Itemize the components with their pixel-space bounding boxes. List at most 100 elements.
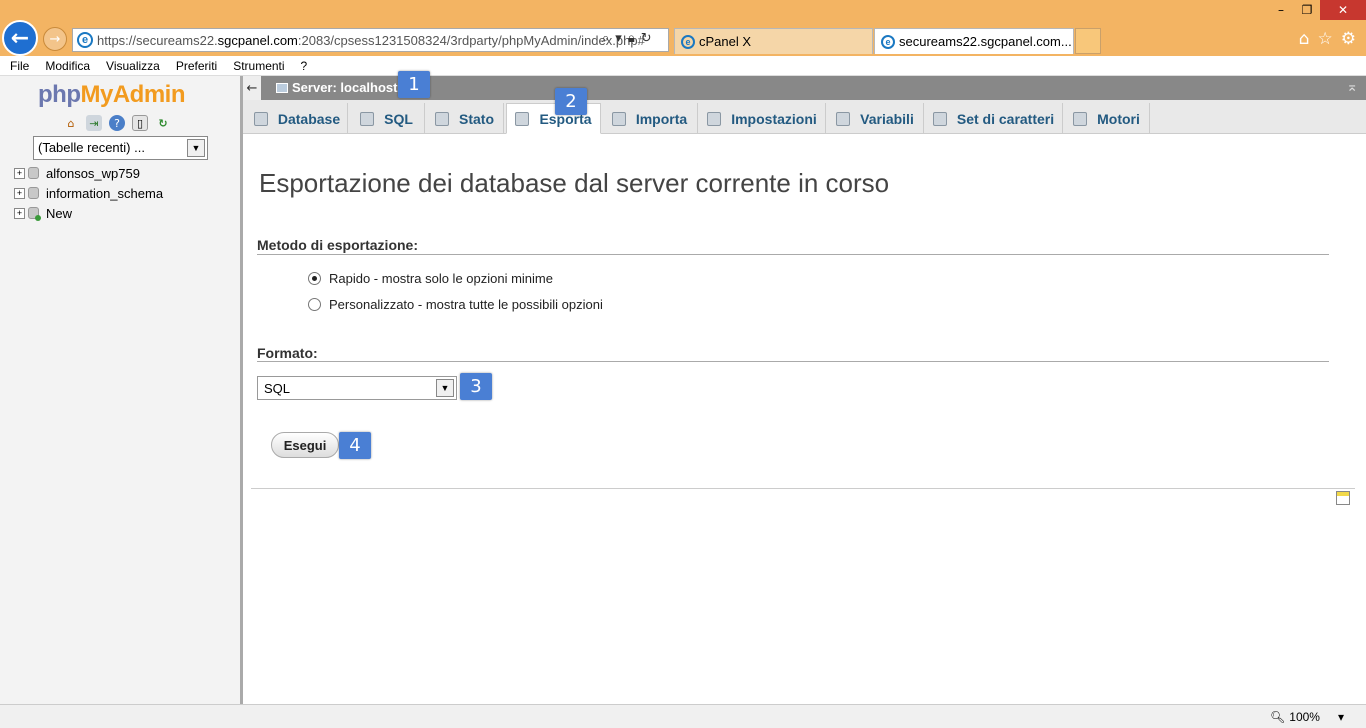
database-icon (253, 111, 268, 126)
variables-icon (836, 111, 851, 126)
annotation-badge-3: 3 (460, 373, 492, 400)
menu-modifica[interactable]: Modifica (37, 59, 98, 73)
scroll-top-icon[interactable]: ⌅ (1346, 79, 1358, 95)
refresh-icon[interactable]: ↻ (641, 31, 652, 46)
radio-quick[interactable]: Rapido - mostra solo le opzioni minime (308, 271, 553, 286)
page-title: Esportazione dei database dal server cor… (259, 168, 890, 198)
database-icon (28, 187, 39, 199)
arrow-right-icon: → (49, 31, 61, 47)
star-icon[interactable]: ☆ (1318, 29, 1333, 49)
menu-bar: File Modifica Visualizza Preferiti Strum… (0, 56, 1366, 76)
gear-icon[interactable]: ⚙ (1341, 29, 1356, 49)
database-icon (28, 167, 39, 179)
radio-button[interactable] (308, 298, 321, 311)
menu-visualizza[interactable]: Visualizza (98, 59, 168, 73)
chevron-down-icon: ▾ (1337, 710, 1344, 724)
status-chart-icon (435, 111, 449, 126)
divider (257, 254, 1329, 255)
export-method-label: Metodo di esportazione: (257, 237, 418, 253)
tab-label: secureams22.sgcpanel.com... (899, 34, 1072, 49)
ie-icon: e (77, 32, 93, 48)
wrench-icon (707, 111, 722, 126)
address-bar[interactable]: e https://secureams22. sgcpanel.com:2083/… (72, 28, 669, 52)
url-host: sgcpanel.com (217, 32, 298, 48)
database-tree: + alfonsos_wp759 + information_schema + … (14, 163, 163, 223)
tab-stato[interactable]: Stato (426, 103, 504, 134)
export-icon (515, 111, 530, 126)
new-database-icon (28, 207, 41, 221)
tab-set-di-caratteri[interactable]: Set di caratteri (925, 103, 1063, 134)
annotation-badge-2: 2 (555, 88, 587, 115)
reload-icon[interactable]: ↻ (155, 115, 171, 131)
lock-icon[interactable]: 🔒︎ (628, 31, 635, 46)
zoom-control[interactable]: 🔍︎ 100% ▾ (1270, 710, 1344, 724)
docs-icon[interactable]: ▯ (132, 115, 148, 131)
annotation-badge-4: 4 (339, 432, 371, 459)
arrow-left-icon: ← (10, 25, 30, 51)
browser-tab-phpmyadmin[interactable]: e secureams22.sgcpanel.com... × (874, 28, 1074, 54)
expand-icon[interactable]: + (14, 167, 25, 179)
toolbar-icons: ⌂ ☆ ⚙ (1299, 29, 1356, 49)
navigation-panel: phpMyAdmin ⌂ ⇥ ? ▯ ↻ (Tabelle recenti) .… (0, 76, 240, 704)
panel-splitter[interactable] (240, 76, 243, 704)
engine-icon (1073, 111, 1088, 126)
server-icon (276, 82, 288, 93)
tab-motori[interactable]: Motori (1064, 103, 1150, 134)
ie-icon: e (681, 34, 695, 49)
menu-help[interactable]: ? (293, 59, 316, 73)
tab-importa[interactable]: Importa (602, 103, 698, 134)
forward-button[interactable]: → (43, 27, 67, 51)
main-tabs: Database SQL Stato Esporta Importa Impos… (243, 100, 1366, 134)
radio-button-selected[interactable] (308, 272, 321, 285)
server-link[interactable]: Server: localhost (276, 80, 398, 95)
sql-icon (360, 111, 375, 126)
search-icon[interactable]: ⌕ (602, 31, 609, 46)
expand-icon[interactable]: + (14, 207, 25, 219)
divider (251, 488, 1355, 489)
db-item-information-schema[interactable]: + information_schema (14, 183, 163, 203)
status-bar: 🔍︎ 100% ▾ (0, 704, 1366, 728)
zoom-icon: 🔍︎ (1270, 710, 1286, 724)
expand-icon[interactable]: + (14, 187, 25, 199)
menu-file[interactable]: File (0, 59, 37, 73)
close-window-button[interactable]: ✕ (1320, 0, 1366, 20)
menu-preferiti[interactable]: Preferiti (168, 59, 225, 73)
home-icon[interactable]: ⌂ (63, 115, 79, 131)
url-rest: :2083/cpsess1231508324/3rdparty/phpMyAdm… (297, 32, 645, 48)
import-icon (611, 111, 626, 126)
recent-tables-select[interactable]: (Tabelle recenti) ... ▼ (33, 136, 208, 160)
collapse-panel-icon[interactable]: ← (243, 76, 261, 100)
chevron-down-icon: ▼ (187, 139, 205, 157)
format-label: Formato: (257, 345, 318, 361)
tab-label: cPanel X (699, 34, 752, 49)
ie-icon: e (881, 34, 895, 49)
tab-variabili[interactable]: Variabili (827, 103, 924, 134)
help-icon[interactable]: ? (109, 115, 125, 131)
maximize-button[interactable]: ❐ (1294, 0, 1320, 20)
charset-icon (932, 111, 947, 126)
divider (257, 361, 1329, 362)
format-select[interactable]: SQL ▼ (257, 376, 457, 400)
tab-sql[interactable]: SQL (349, 103, 425, 134)
minimize-button[interactable]: – (1268, 0, 1294, 20)
console-icon[interactable] (1336, 491, 1350, 505)
chevron-down-icon: ▼ (436, 379, 454, 397)
tab-database[interactable]: Database (247, 103, 348, 134)
menu-strumenti[interactable]: Strumenti (225, 59, 292, 73)
tab-impostazioni[interactable]: Impostazioni (699, 103, 826, 134)
url-prefix: https://secureams22. (97, 32, 218, 48)
dropdown-icon[interactable]: ▾ (615, 31, 622, 46)
db-item-alfonsos-wp759[interactable]: + alfonsos_wp759 (14, 163, 163, 183)
go-button[interactable]: Esegui (271, 432, 339, 458)
new-tab-button[interactable] (1075, 28, 1101, 54)
back-button[interactable]: ← (2, 20, 38, 56)
quick-icons: ⌂ ⇥ ? ▯ ↻ (63, 115, 171, 131)
logout-icon[interactable]: ⇥ (86, 115, 102, 131)
browser-tab-cpanel[interactable]: e cPanel X (674, 28, 873, 54)
db-item-new[interactable]: + New (14, 203, 163, 223)
phpmyadmin-logo[interactable]: phpMyAdmin (38, 81, 186, 109)
browser-titlebar: – ❐ ✕ ← → e https://secureams22. sgcpanel… (0, 0, 1366, 56)
radio-custom[interactable]: Personalizzato - mostra tutte le possibi… (308, 297, 603, 312)
home-icon[interactable]: ⌂ (1299, 29, 1310, 49)
address-icons: ⌕ ▾ 🔒︎ ↻ (602, 31, 652, 46)
